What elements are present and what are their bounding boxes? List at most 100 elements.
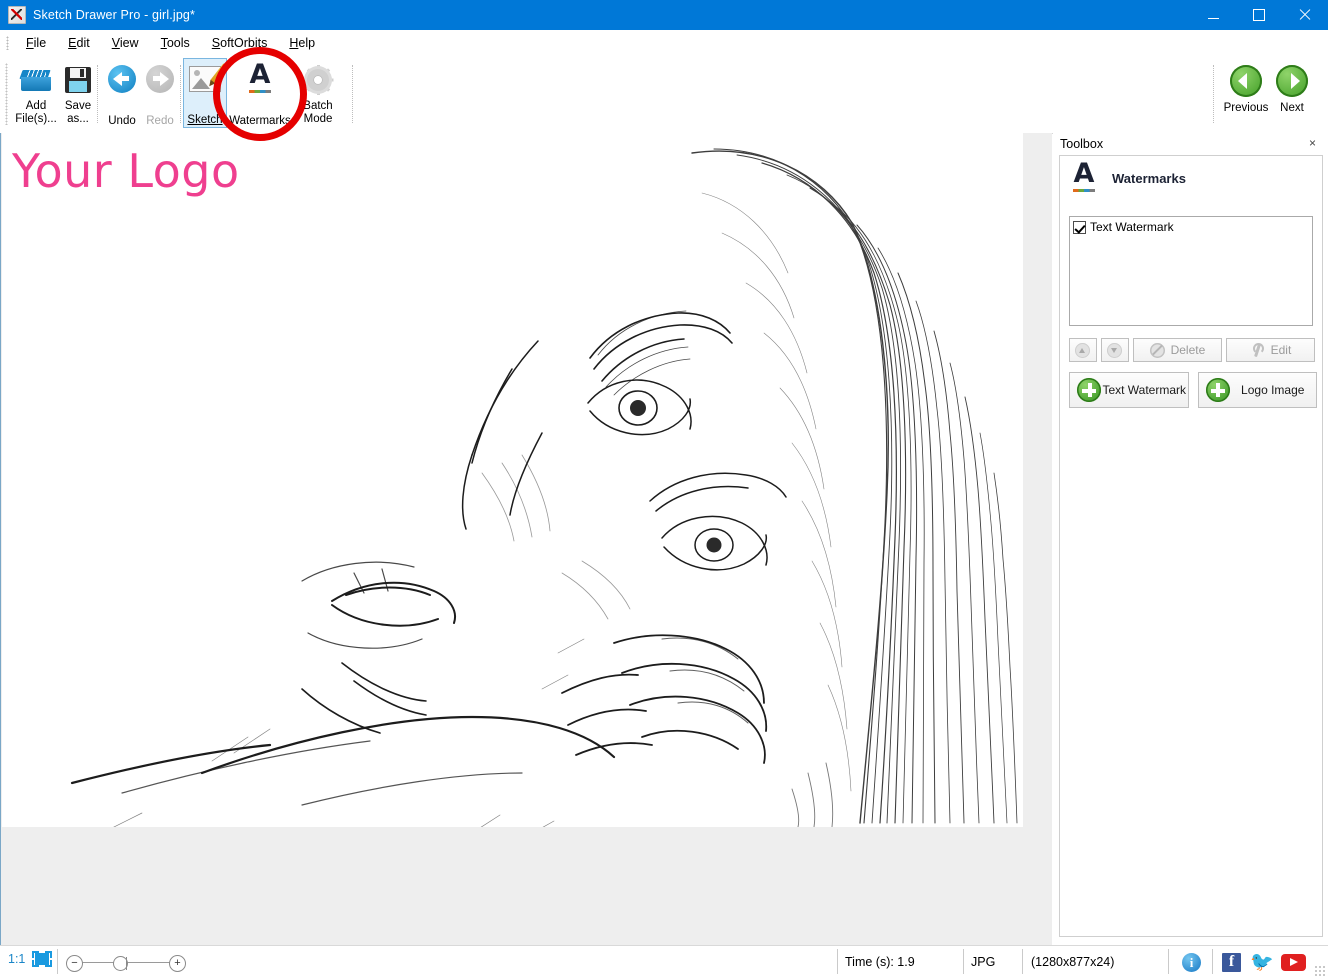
watermarks-button[interactable]: A Watermarks [228, 58, 292, 128]
facebook-icon[interactable] [1222, 953, 1241, 972]
sketch-preview-image [2, 133, 1023, 827]
zoom-out-button[interactable]: − [66, 955, 83, 972]
menu-bar: File Edit View Tools SoftOrbits Help [0, 30, 1328, 55]
save-as-label-line1: Save [65, 100, 91, 112]
menu-item-softorbits[interactable]: SoftOrbits [201, 33, 279, 53]
menu-label-file: ile [34, 36, 47, 50]
menu-item-tools[interactable]: Tools [150, 33, 201, 53]
watermarks-section-header: A Watermarks [1070, 164, 1186, 192]
menu-item-edit[interactable]: Edit [57, 33, 101, 53]
delete-button[interactable]: Delete [1133, 338, 1222, 362]
watermarks-section-icon: A [1070, 164, 1098, 192]
next-label: Next [1280, 102, 1304, 114]
add-logo-image-button[interactable]: Logo Image [1198, 372, 1318, 408]
menu-item-file[interactable]: File [15, 33, 57, 53]
image-dimensions-label: (1280x877x24) [1031, 955, 1114, 969]
watermark-checkbox[interactable] [1073, 221, 1086, 234]
fit-to-window-icon[interactable] [32, 951, 52, 967]
toolbox-title: Toolbox [1060, 137, 1103, 151]
redo-button[interactable]: Redo [134, 58, 186, 128]
batch-mode-label-line1: Batch [303, 100, 332, 112]
add-files-icon [21, 64, 51, 96]
status-divider-4 [1022, 949, 1023, 974]
sketch-button[interactable]: Sketch [183, 58, 227, 128]
move-down-button[interactable] [1101, 338, 1129, 362]
zoom-ratio-label[interactable]: 1:1 [8, 952, 25, 966]
add-text-watermark-button[interactable]: Text Watermark [1069, 372, 1189, 408]
watermarks-label: Watermarks [222, 115, 298, 128]
status-divider-3 [963, 949, 964, 974]
window-controls [1190, 0, 1328, 30]
plus-icon [1206, 378, 1230, 402]
batch-mode-label-line2: Mode [304, 113, 333, 125]
next-button[interactable]: Next [1264, 58, 1320, 128]
edit-label: Edit [1271, 343, 1292, 357]
delete-label: Delete [1171, 343, 1206, 357]
status-divider-1 [57, 949, 58, 974]
chevron-down-icon [1107, 343, 1122, 358]
info-icon[interactable] [1182, 953, 1201, 972]
toolbox-close-icon[interactable]: × [1306, 137, 1319, 150]
status-bar: 1:1 − + Time (s): 1.9 JPG (1280x877x24) … [0, 945, 1328, 979]
zoom-slider[interactable]: − + [66, 954, 186, 972]
previous-label: Previous [1224, 102, 1269, 114]
processing-time-label: Time (s): 1.9 [845, 955, 915, 969]
edit-button[interactable]: Edit [1226, 338, 1315, 362]
batch-mode-button[interactable]: Batch Mode [292, 58, 344, 128]
watermark-text-overlay[interactable]: Your Logo [12, 145, 240, 197]
save-as-label-line2: as... [67, 113, 89, 125]
menu-label-help: elp [298, 36, 315, 50]
watermark-actions-row: Delete Edit [1069, 338, 1315, 362]
window-title: Sketch Drawer Pro - girl.jpg* [33, 8, 195, 22]
title-bar: Sketch Drawer Pro - girl.jpg* [0, 0, 1328, 30]
undo-icon [108, 64, 136, 93]
menu-label-tools: ools [167, 36, 190, 50]
gear-icon [304, 64, 332, 96]
social-links: 🐦 [1222, 953, 1306, 972]
close-button[interactable] [1282, 0, 1328, 30]
list-item[interactable]: Text Watermark [1073, 220, 1312, 234]
sketch-icon [189, 65, 221, 92]
redo-icon [146, 64, 174, 93]
chevron-up-icon [1075, 343, 1090, 358]
youtube-icon[interactable] [1281, 954, 1306, 971]
menu-label-view: iew [120, 36, 139, 50]
menu-label-softorbits: oftOrbits [220, 36, 267, 50]
toolbox-panel: Toolbox × A Watermarks Text Watermark [1053, 133, 1328, 945]
menu-grip [6, 36, 9, 50]
toolbar-separator-3 [352, 65, 353, 123]
zoom-slider-handle[interactable] [113, 956, 128, 971]
plus-icon [1077, 378, 1101, 402]
toolbar-separator-4 [1213, 65, 1214, 123]
watermark-item-label: Text Watermark [1090, 220, 1174, 234]
menu-item-view[interactable]: View [101, 33, 150, 53]
zoom-in-button[interactable]: + [169, 955, 186, 972]
file-format-label: JPG [971, 955, 995, 969]
toolbox-body: A Watermarks Text Watermark [1059, 155, 1323, 937]
maximize-button[interactable] [1236, 0, 1282, 30]
image-canvas-area[interactable]: Your Logo [0, 133, 1052, 945]
app-icon [8, 6, 26, 24]
add-files-label-line1: Add [26, 100, 46, 112]
application-window: Sketch Drawer Pro - girl.jpg* File Edit … [0, 0, 1328, 978]
status-divider-5 [1168, 949, 1169, 974]
main-toolbar: Add File(s)... Save as... Undo Redo [0, 55, 1328, 134]
status-divider-2 [837, 949, 838, 974]
minimize-button[interactable] [1190, 0, 1236, 30]
menu-label-edit: dit [77, 36, 90, 50]
watermark-list[interactable]: Text Watermark [1069, 216, 1313, 326]
status-info [1182, 953, 1201, 972]
watermarks-section-title: Watermarks [1112, 171, 1186, 186]
twitter-icon[interactable]: 🐦 [1250, 954, 1272, 972]
add-text-watermark-label: Text Watermark [1101, 383, 1188, 397]
next-icon [1276, 64, 1308, 98]
status-divider-6 [1212, 949, 1213, 974]
watermarks-icon: A [246, 64, 274, 93]
move-up-button[interactable] [1069, 338, 1097, 362]
toolbox-header: Toolbox × [1053, 133, 1328, 155]
menu-item-help[interactable]: Help [278, 33, 326, 53]
save-icon [65, 64, 91, 96]
add-logo-image-label: Logo Image [1230, 383, 1317, 397]
zoom-controls: 1:1 [8, 951, 52, 967]
resize-grip[interactable] [1314, 965, 1325, 976]
